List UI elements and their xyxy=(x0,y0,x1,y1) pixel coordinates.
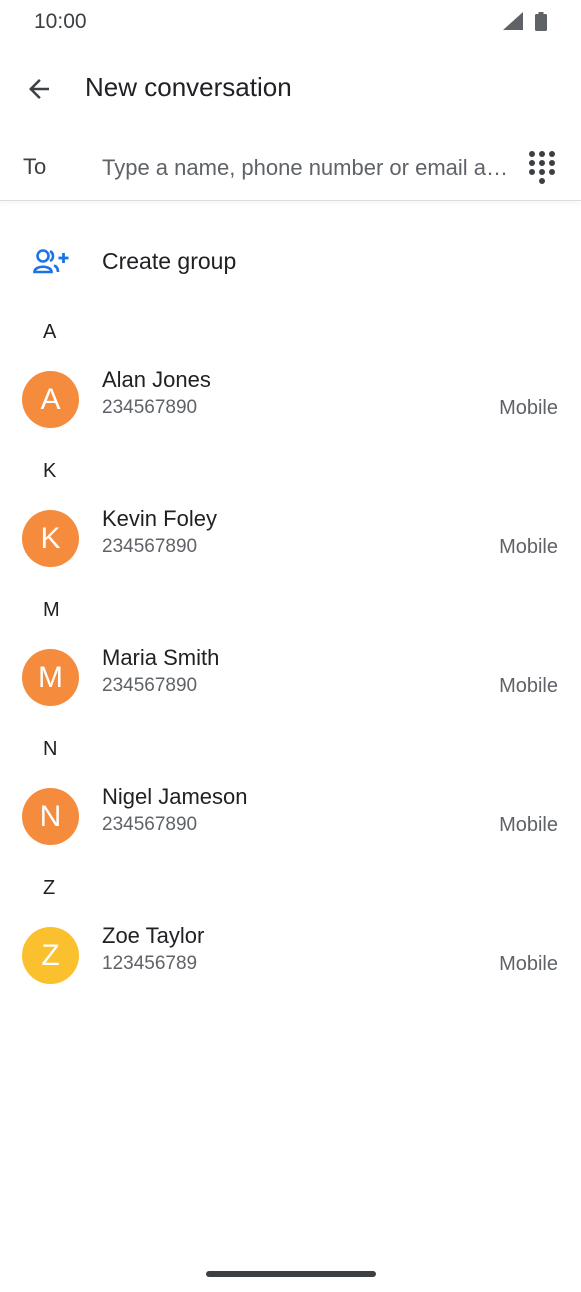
create-group-button[interactable]: Create group xyxy=(0,230,581,294)
contact-number-type: Mobile xyxy=(499,536,558,558)
contact-number-type: Mobile xyxy=(499,814,558,836)
avatar: Z xyxy=(22,927,79,984)
header-divider xyxy=(0,200,581,201)
contact-name: Maria Smith xyxy=(102,645,220,670)
section-header-z: Z xyxy=(43,877,56,899)
contact-number-type: Mobile xyxy=(499,675,558,697)
arrow-back-icon[interactable] xyxy=(24,74,54,104)
contact-number: 123456789 xyxy=(102,953,198,974)
section-header-m: M xyxy=(43,599,60,621)
contact-number-type: Mobile xyxy=(499,397,558,419)
section-header-a: A xyxy=(43,321,57,343)
contact-maria-smith[interactable]: M Maria Smith 234567890 Mobile xyxy=(0,645,581,735)
contact-number: 234567890 xyxy=(102,536,198,557)
contact-zoe-taylor[interactable]: Z Zoe Taylor 123456789 Mobile xyxy=(0,923,581,1013)
section-header-n: N xyxy=(43,738,58,760)
contact-name: Zoe Taylor xyxy=(102,923,205,948)
avatar: M xyxy=(22,649,79,706)
contact-number: 234567890 xyxy=(102,397,198,418)
contact-number-type: Mobile xyxy=(499,953,558,975)
contact-nigel-jameson[interactable]: N Nigel Jameson 234567890 Mobile xyxy=(0,784,581,874)
avatar: A xyxy=(22,371,79,428)
contact-number: 234567890 xyxy=(102,675,198,696)
cellular-signal-icon xyxy=(503,12,523,30)
add-group-icon xyxy=(33,249,69,274)
status-time: 10:00 xyxy=(34,10,87,33)
avatar: N xyxy=(22,788,79,845)
gesture-nav-handle[interactable] xyxy=(206,1271,376,1277)
contact-name: Alan Jones xyxy=(102,367,211,392)
contact-name: Kevin Foley xyxy=(102,506,217,531)
contact-alan-jones[interactable]: A Alan Jones 234567890 Mobile xyxy=(0,367,581,457)
create-group-label: Create group xyxy=(102,248,237,274)
dialpad-icon[interactable] xyxy=(526,150,558,186)
section-header-k: K xyxy=(43,460,57,482)
battery-icon xyxy=(535,12,547,31)
recipient-input[interactable] xyxy=(102,150,512,186)
to-label: To xyxy=(23,154,47,179)
page-title: New conversation xyxy=(85,72,292,102)
contact-name: Nigel Jameson xyxy=(102,784,248,809)
contact-number: 234567890 xyxy=(102,814,198,835)
avatar: K xyxy=(22,510,79,567)
contact-kevin-foley[interactable]: K Kevin Foley 234567890 Mobile xyxy=(0,506,581,596)
